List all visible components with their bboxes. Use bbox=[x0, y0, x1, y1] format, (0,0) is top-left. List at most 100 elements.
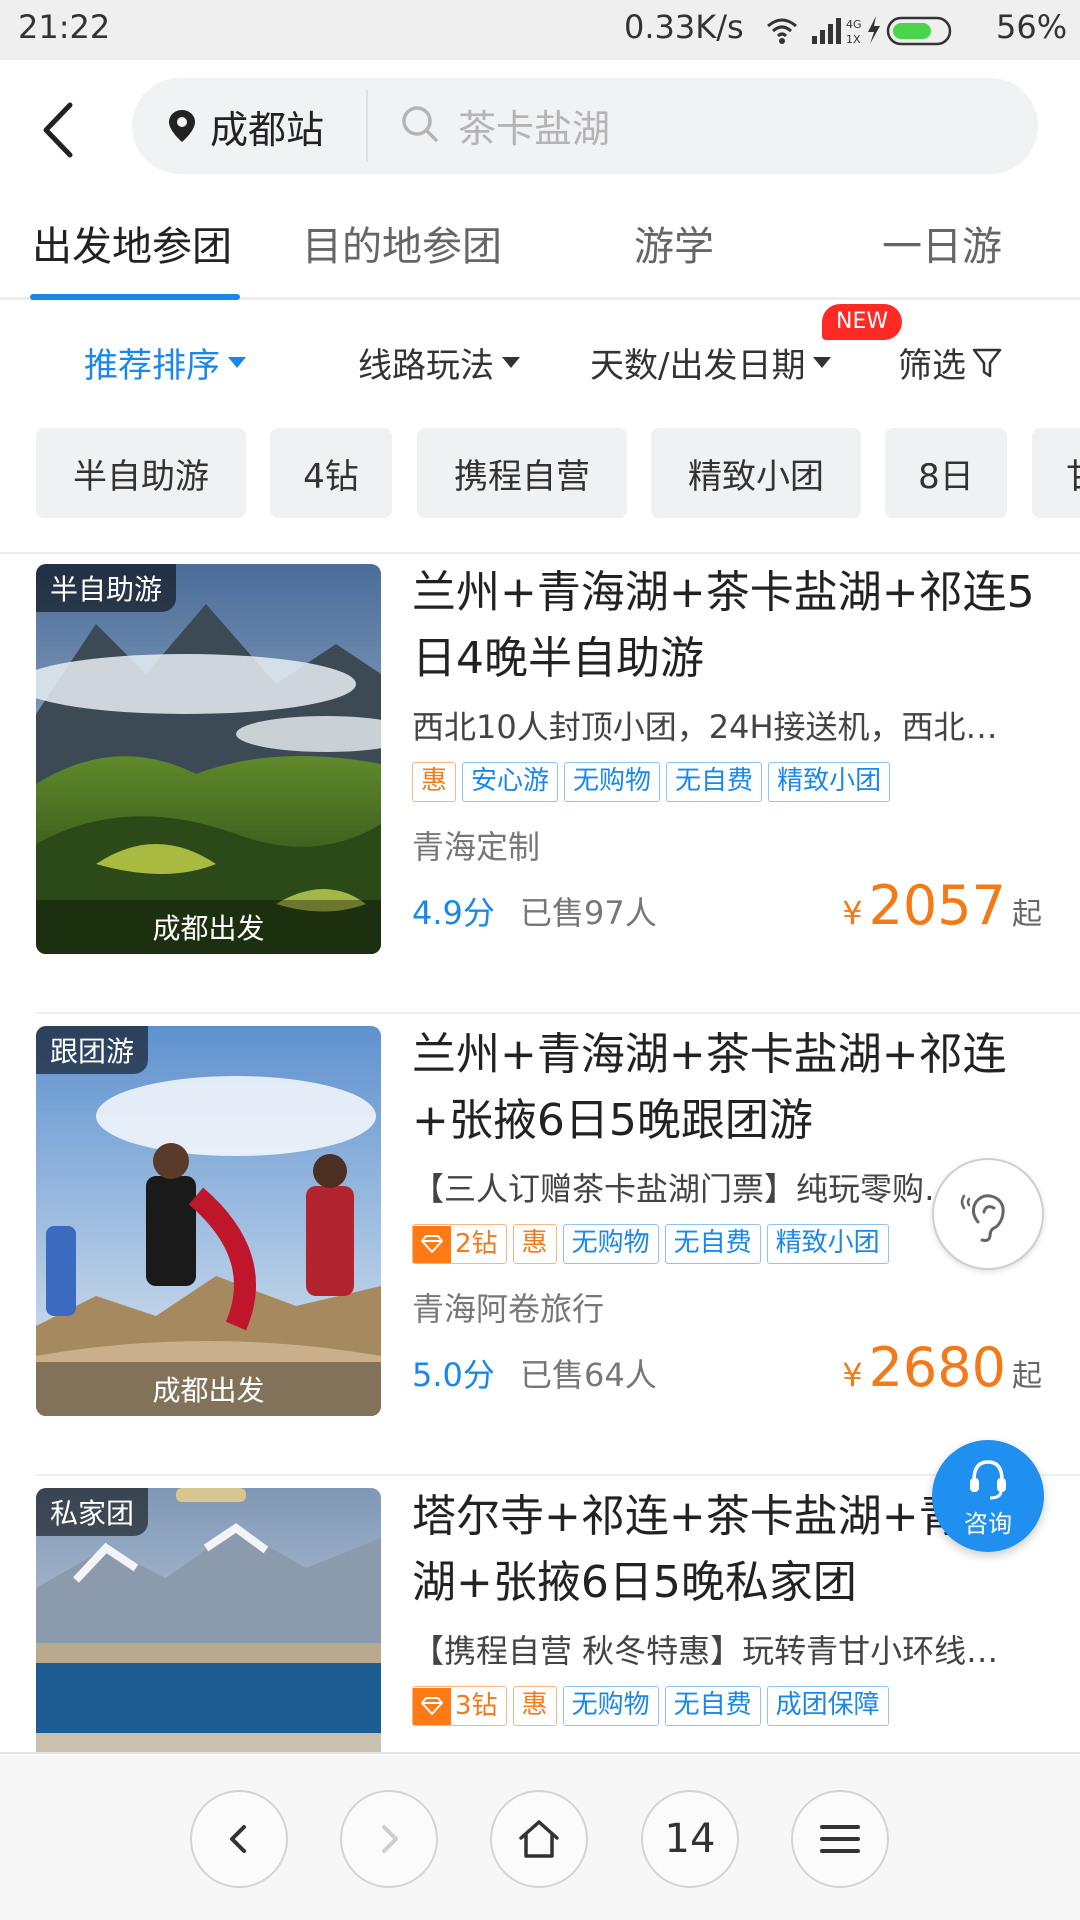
hearing-assist-button[interactable] bbox=[932, 1158, 1044, 1270]
filter-label: 筛选 bbox=[898, 346, 966, 386]
sort-days-date[interactable]: 天数/出发日期 bbox=[590, 338, 832, 387]
divider bbox=[366, 90, 368, 162]
tag-discount: 惠 bbox=[512, 1686, 557, 1726]
chip-gansu[interactable]: 甘 bbox=[1032, 428, 1080, 518]
caret-down-icon bbox=[813, 357, 832, 368]
chevron-right-icon bbox=[382, 1825, 398, 1853]
signal-wifi-battery-icons: 4G 1X bbox=[767, 16, 952, 46]
product-desc: 西北10人封顶小团，24H接送机，西北… bbox=[412, 708, 998, 746]
tag: 无自费 bbox=[664, 1224, 761, 1264]
sort-route[interactable]: 线路玩法 bbox=[358, 338, 520, 387]
search-input[interactable]: 茶卡盐湖 bbox=[458, 98, 610, 153]
home-icon bbox=[519, 1820, 559, 1858]
status-bar: 21:22 0.33K/s 4G 1X 56% bbox=[0, 0, 1080, 60]
tab-departure-group[interactable]: 出发地参团 bbox=[32, 214, 232, 284]
diamond-icon bbox=[413, 1225, 451, 1263]
diamond-level-label: 2钻 bbox=[455, 1228, 498, 1259]
ear-icon bbox=[960, 1194, 1005, 1242]
rating-score: 5.0分 bbox=[412, 1356, 495, 1394]
product-tags: 惠 安心游 无购物 无自费 精致小团 bbox=[412, 762, 891, 802]
tag: 精致小团 bbox=[766, 1224, 889, 1264]
product-card[interactable]: 半自助游 成都出发 兰州+青海湖+茶卡盐湖+祁连5日4晚半自助游 西北10人封顶… bbox=[0, 552, 1080, 1014]
chevron-left-icon bbox=[43, 102, 73, 158]
back-button[interactable] bbox=[30, 95, 90, 165]
consult-label: 咨询 bbox=[964, 1509, 1012, 1538]
mountain-photo bbox=[36, 564, 381, 954]
tab-day-tour[interactable]: 一日游 bbox=[882, 214, 1002, 284]
new-badge: NEW bbox=[822, 304, 903, 340]
menu-icon bbox=[820, 1825, 860, 1853]
price-amount: 2057 bbox=[868, 874, 1006, 937]
product-tags: 3钻 惠 无购物 无自费 成团保障 bbox=[412, 1686, 889, 1726]
category-tabs: 出发地参团 目的地参团 游学 一日游 bbox=[0, 190, 1080, 300]
product-image: 跟团游 成都出发 bbox=[36, 1026, 381, 1416]
sort-bar: 推荐排序 线路玩法 天数/出发日期 NEW 筛选 bbox=[0, 300, 1080, 410]
location-pin-icon bbox=[169, 110, 195, 142]
diamond-level-tag: 2钻 bbox=[412, 1224, 507, 1264]
nav-menu-button[interactable] bbox=[791, 1790, 889, 1888]
chip-ctrip-operated[interactable]: 携程自营 bbox=[417, 428, 627, 518]
tag: 无购物 bbox=[564, 762, 661, 802]
tag-discount: 惠 bbox=[412, 762, 457, 802]
price: ¥ 2057 起 bbox=[842, 874, 1042, 937]
tag: 精致小团 bbox=[768, 762, 891, 802]
vendor-name: 青海阿卷旅行 bbox=[412, 1290, 605, 1328]
caret-down-icon bbox=[502, 357, 520, 368]
sort-recommend[interactable]: 推荐排序 bbox=[84, 338, 246, 387]
product-image: 私家团 bbox=[36, 1488, 381, 1764]
tag: 安心游 bbox=[462, 762, 559, 802]
product-type-tag: 半自助游 bbox=[36, 564, 177, 612]
sort-recommend-label: 推荐排序 bbox=[84, 346, 220, 386]
nav-home-button[interactable] bbox=[490, 1790, 588, 1888]
filter-button[interactable]: 筛选 bbox=[898, 338, 1002, 387]
chevron-left-icon bbox=[230, 1825, 246, 1853]
departure-label: 成都出发 bbox=[36, 900, 381, 954]
departure-label: 成都出发 bbox=[36, 1362, 381, 1416]
status-time: 21:22 bbox=[18, 8, 111, 46]
search-icon bbox=[402, 106, 438, 142]
price: ¥ 2680 起 bbox=[842, 1336, 1042, 1399]
product-title: 兰州+青海湖+茶卡盐湖+祁连+张掖6日5晚跟团游 bbox=[412, 1029, 1007, 1146]
tag: 无购物 bbox=[562, 1686, 659, 1726]
nav-back-button[interactable] bbox=[190, 1790, 288, 1888]
headset-icon bbox=[970, 1459, 1006, 1499]
currency-symbol: ¥ bbox=[842, 1356, 863, 1394]
tab-count: 14 bbox=[664, 1816, 716, 1862]
price-suffix: 起 bbox=[1012, 897, 1042, 932]
sold-count: 已售64人 bbox=[520, 1356, 657, 1394]
header: 成都站 茶卡盐湖 bbox=[0, 60, 1080, 190]
product-tags: 2钻 惠 无购物 无自费 精致小团 bbox=[412, 1224, 889, 1264]
tab-study-tour[interactable]: 游学 bbox=[634, 214, 714, 284]
sold-count: 已售97人 bbox=[520, 894, 657, 932]
tag-discount: 惠 bbox=[512, 1224, 557, 1264]
chip-small-group[interactable]: 精致小团 bbox=[651, 428, 861, 518]
svg-text:1X: 1X bbox=[846, 33, 861, 46]
currency-symbol: ¥ bbox=[842, 894, 863, 932]
city-selector[interactable]: 成都站 bbox=[168, 78, 398, 174]
tag: 成团保障 bbox=[766, 1686, 889, 1726]
tag: 无自费 bbox=[666, 762, 763, 802]
product-card[interactable]: 跟团游 成都出发 兰州+青海湖+茶卡盐湖+祁连+张掖6日5晚跟团游 【三人订赠茶… bbox=[0, 1014, 1080, 1476]
price-suffix: 起 bbox=[1012, 1359, 1042, 1394]
diamond-icon bbox=[413, 1687, 451, 1725]
svg-text:4G: 4G bbox=[846, 18, 862, 31]
chip-semi-self-guided[interactable]: 半自助游 bbox=[36, 428, 246, 518]
nav-tabs-button[interactable]: 14 bbox=[641, 1790, 739, 1888]
product-type-tag: 私家团 bbox=[36, 1488, 149, 1536]
city-label: 成都站 bbox=[210, 107, 325, 152]
consult-button[interactable]: 咨询 bbox=[932, 1440, 1044, 1552]
status-net-speed: 0.33K/s bbox=[624, 8, 744, 46]
chip-8-days[interactable]: 8日 bbox=[885, 428, 1007, 518]
sort-route-label: 线路玩法 bbox=[358, 346, 494, 386]
nav-forward-button[interactable] bbox=[340, 1790, 438, 1888]
chip-4-diamond[interactable]: 4钻 bbox=[270, 428, 392, 518]
product-title: 兰州+青海湖+茶卡盐湖+祁连5日4晚半自助游 bbox=[412, 567, 1035, 684]
browser-bottom-nav: 14 bbox=[0, 1752, 1080, 1920]
price-amount: 2680 bbox=[868, 1336, 1006, 1399]
product-image: 半自助游 成都出发 bbox=[36, 564, 381, 954]
filter-icon bbox=[972, 348, 1002, 377]
quick-filter-chips: 半自助游 4钻 携程自营 精致小团 8日 甘 bbox=[0, 428, 1080, 518]
status-battery: 56% bbox=[996, 8, 1068, 46]
product-type-tag: 跟团游 bbox=[36, 1026, 149, 1074]
tab-destination-group[interactable]: 目的地参团 bbox=[302, 214, 502, 284]
